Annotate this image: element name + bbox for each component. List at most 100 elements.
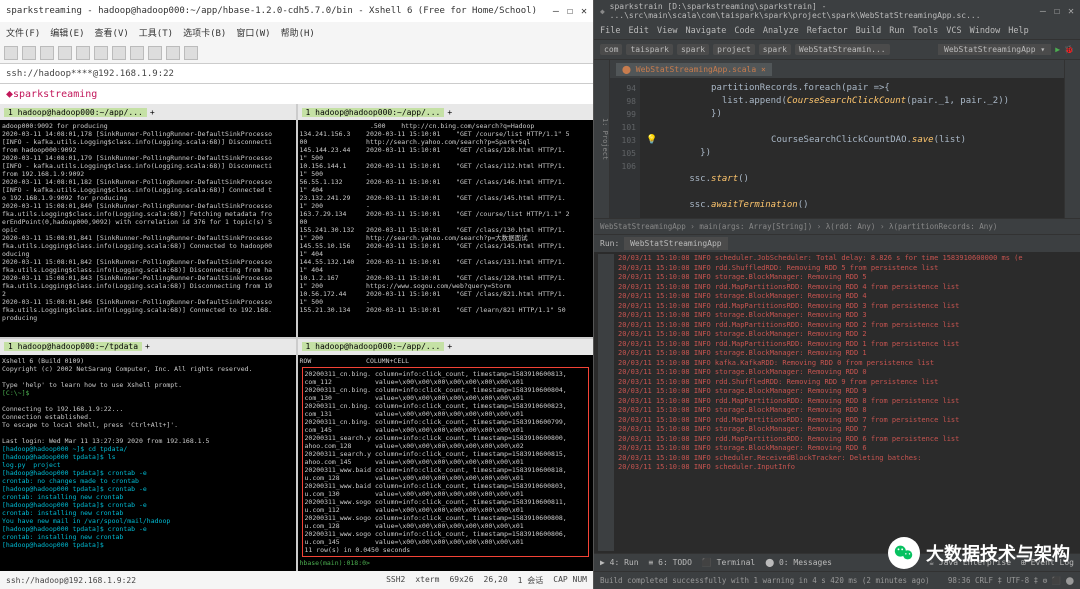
left-tool-strip[interactable]: 1: Project — [594, 60, 610, 218]
menu-view[interactable]: View — [657, 26, 677, 36]
menu-tools[interactable]: 工具(T) — [139, 26, 173, 39]
menu-help[interactable]: Help — [1008, 26, 1028, 36]
run-config-selector[interactable]: WebStatStreamingApp ▾ — [938, 44, 1051, 55]
menu-refactor[interactable]: Refactor — [807, 26, 848, 36]
console-toolbar[interactable] — [598, 254, 614, 551]
xshell-window: sparkstreaming - hadoop@hadoop000:~/app/… — [0, 0, 594, 589]
run-console[interactable]: 20/03/11 15:10:08 INFO scheduler.JobSche… — [594, 252, 1080, 553]
pane-crontab: 1 hadoop@hadoop000:~/tpdata + Xshell 6 (… — [0, 339, 296, 572]
toolbar-btn[interactable] — [130, 46, 144, 60]
status-sess: 1 会话 — [518, 575, 544, 586]
crumb[interactable]: project — [713, 44, 755, 55]
minimize-icon[interactable]: — — [553, 6, 559, 17]
menu-edit[interactable]: Edit — [628, 26, 648, 36]
menu-window[interactable]: 窗口(W) — [236, 26, 270, 39]
toolbar-btn[interactable] — [76, 46, 90, 60]
xshell-title: sparkstreaming - hadoop@hadoop000:~/app/… — [6, 6, 537, 16]
minimize-icon[interactable]: — — [1040, 6, 1046, 17]
watermark-text: 大数据技术与架构 — [926, 540, 1070, 566]
crumb[interactable]: taispark — [626, 44, 673, 55]
menu-tab[interactable]: 选项卡(B) — [183, 26, 226, 39]
address-text: ssh://hadoop****@192.168.1.9:22 — [6, 69, 174, 79]
menu-help[interactable]: 帮助(H) — [281, 26, 315, 39]
status-pos: 26,20 — [484, 575, 508, 586]
xshell-titlebar[interactable]: sparkstreaming - hadoop@hadoop000:~/app/… — [0, 0, 593, 22]
menu-build[interactable]: Build — [856, 26, 882, 36]
maximize-icon[interactable]: ☐ — [1054, 6, 1060, 17]
terminal-output[interactable]: Xshell 6 (Build 0109) Copyright (c) 2002… — [0, 355, 296, 572]
pane-tab[interactable]: 1 hadoop@hadoop000:~/app/... + — [298, 339, 594, 355]
terminal-output[interactable]: adoop000:9092 for producing 2020-03-11 1… — [0, 120, 296, 337]
ij-statusbar: Build completed successfully with 1 warn… — [594, 571, 1080, 589]
debug-icon[interactable]: 🐞 — [1064, 45, 1074, 54]
menu-run[interactable]: Run — [889, 26, 904, 36]
tab-todo[interactable]: ≡ 6: TODO — [649, 558, 692, 567]
toolbar-btn[interactable] — [22, 46, 36, 60]
toolbar-btn[interactable] — [58, 46, 72, 60]
code-editor[interactable]: 94 98 99 101 103 105 106 partitionRecord… — [610, 78, 1064, 218]
run-icon[interactable]: ▶ — [1055, 45, 1060, 54]
menu-view[interactable]: 查看(V) — [95, 26, 129, 39]
pane-tab[interactable]: 1 hadoop@hadoop000:~/app/... + — [298, 104, 594, 120]
status-conn: ssh://hadoop@192.168.1.9:22 — [6, 576, 136, 585]
hbase-result-box: 20200311_cn.bing. column=info:click_coun… — [302, 367, 590, 557]
address-bar[interactable]: ssh://hadoop****@192.168.1.9:22 — [0, 64, 593, 84]
menu-tools[interactable]: Tools — [913, 26, 939, 36]
maximize-icon[interactable]: ☐ — [567, 6, 573, 17]
status-cap: CAP NUM — [553, 575, 587, 586]
intellij-window: ◆ sparkstrain [D:\sparkstreaming\sparkst… — [594, 0, 1080, 589]
pane-accesslog: 1 hadoop@hadoop000:~/app/... + .500 http… — [298, 104, 594, 337]
toolbar-btn[interactable] — [148, 46, 162, 60]
line-gutter: 94 98 99 101 103 105 106 — [610, 78, 640, 218]
pane-tab[interactable]: 1 hadoop@hadoop000:~/app/... + — [0, 104, 296, 120]
close-icon[interactable]: ✕ — [1068, 6, 1074, 17]
run-panel-header: Run: WebStatStreamingApp — [594, 234, 1080, 252]
run-label: Run: — [600, 239, 619, 248]
tab-messages[interactable]: ⬤ 0: Messages — [765, 558, 832, 567]
terminal-output[interactable]: .500 http://cn.bing.com/search?q=Hadoop … — [298, 120, 594, 337]
ij-menubar: File Edit View Navigate Code Analyze Ref… — [594, 22, 1080, 40]
ij-breadcrumb-nav: com taispark spark project spark WebStat… — [594, 40, 1080, 60]
menu-analyze[interactable]: Analyze — [763, 26, 799, 36]
run-app-name[interactable]: WebStatStreamingApp — [624, 237, 728, 250]
code-content[interactable]: partitionRecords.foreach(pair =>{ list.a… — [640, 78, 1064, 218]
right-tool-strip[interactable] — [1064, 60, 1080, 218]
menu-edit[interactable]: 编辑(E) — [50, 26, 84, 39]
tab-run[interactable]: ▶ 4: Run — [600, 558, 639, 567]
toolbar-btn[interactable] — [40, 46, 54, 60]
pane-kafka: 1 hadoop@hadoop000:~/app/... + adoop000:… — [0, 104, 296, 337]
toolbar-btn[interactable] — [112, 46, 126, 60]
toolbar-btn[interactable] — [94, 46, 108, 60]
status-ssh: SSH2 — [386, 575, 405, 586]
crumb[interactable]: com — [600, 44, 622, 55]
toolbar-btn[interactable] — [166, 46, 180, 60]
tab-terminal[interactable]: ⬛ Terminal — [702, 558, 755, 567]
crumb[interactable]: spark — [677, 44, 709, 55]
toolbar-btn[interactable] — [184, 46, 198, 60]
menu-navigate[interactable]: Navigate — [685, 26, 726, 36]
status-right: 98:36 CRLF ‡ UTF-8 ‡ ⚙ ⬛ ⬤ — [948, 576, 1074, 585]
menu-file[interactable]: File — [600, 26, 620, 36]
status-size: 69x26 — [449, 575, 473, 586]
toolbar-btn[interactable] — [4, 46, 18, 60]
editor-tabs: ⬤ WebStatStreamingApp.scala × — [610, 60, 1064, 78]
structure-breadcrumb[interactable]: WebStatStreamingApp › main(args: Array[S… — [594, 218, 1080, 234]
wechat-icon — [888, 537, 920, 569]
xshell-menubar: 文件(F) 编辑(E) 查看(V) 工具(T) 选项卡(B) 窗口(W) 帮助(… — [0, 22, 593, 42]
menu-vcs[interactable]: VCS — [946, 26, 961, 36]
ij-titlebar[interactable]: ◆ sparkstrain [D:\sparkstreaming\sparkst… — [594, 0, 1080, 22]
pane-tab[interactable]: 1 hadoop@hadoop000:~/tpdata + — [0, 339, 296, 355]
build-status: Build completed successfully with 1 warn… — [600, 576, 930, 585]
menu-code[interactable]: Code — [734, 26, 754, 36]
terminal-output[interactable]: ROW COLUMN+CELL 20200311_cn.bing. column… — [298, 355, 594, 572]
session-label[interactable]: ⬥ sparkstreaming — [0, 84, 593, 104]
editor-tab-active[interactable]: ⬤ WebStatStreamingApp.scala × — [616, 63, 772, 76]
pane-hbase: 1 hadoop@hadoop000:~/app/... + ROW COLUM… — [298, 339, 594, 572]
menu-file[interactable]: 文件(F) — [6, 26, 40, 39]
console-output: 20/03/11 15:10:08 INFO scheduler.JobSche… — [614, 254, 1076, 551]
crumb[interactable]: WebStatStreamin... — [795, 44, 890, 55]
close-icon[interactable]: ✕ — [581, 6, 587, 17]
watermark: 大数据技术与架构 — [888, 537, 1070, 569]
crumb[interactable]: spark — [759, 44, 791, 55]
menu-window[interactable]: Window — [970, 26, 1001, 36]
